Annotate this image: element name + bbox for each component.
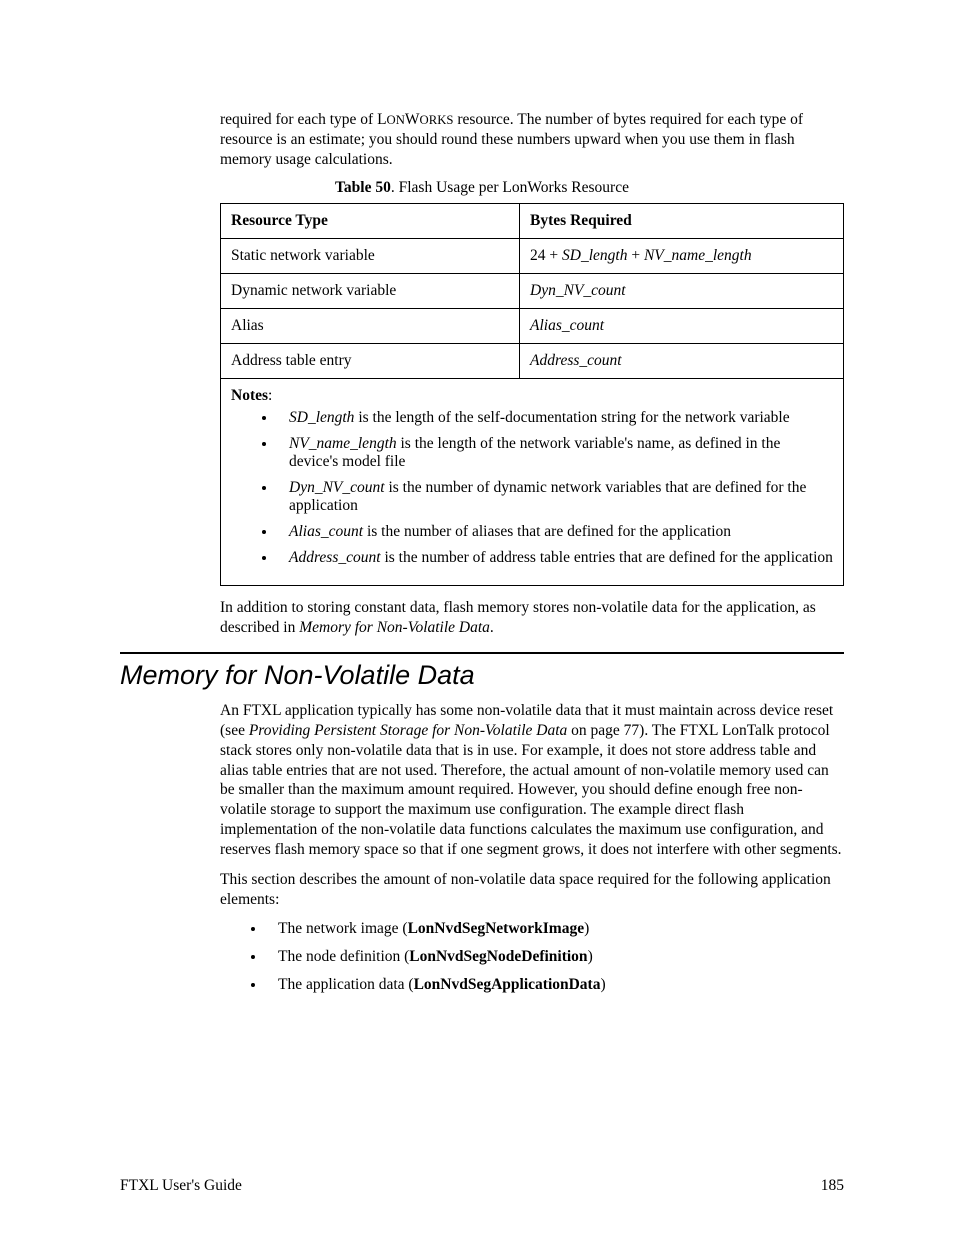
col-header-resource: Resource Type <box>221 204 520 239</box>
list-item: SD_length is the length of the self-docu… <box>277 409 833 427</box>
footer-left: FTXL User's Guide <box>120 1177 242 1195</box>
addition-text: In addition to storing constant data, fl… <box>220 598 844 638</box>
nv-text-2: This section describes the amount of non… <box>220 870 844 910</box>
resource-table: Resource Type Bytes Required Static netw… <box>220 203 844 379</box>
page-number: 185 <box>821 1177 844 1195</box>
intro-text: required for each type of LONWORKS resou… <box>220 110 844 169</box>
cell: Address_count <box>520 344 844 379</box>
list-item: Alias_count is the number of aliases tha… <box>277 523 833 541</box>
notes-box: Notes: SD_length is the length of the se… <box>220 379 844 586</box>
list-item: Dyn_NV_count is the number of dynamic ne… <box>277 479 833 515</box>
section-heading: Memory for Non-Volatile Data <box>120 652 844 691</box>
table-row: Alias Alias_count <box>221 309 844 344</box>
cell: Alias <box>221 309 520 344</box>
table-header-row: Resource Type Bytes Required <box>221 204 844 239</box>
notes-label: Notes <box>231 387 268 404</box>
list-item: The network image (LonNvdSegNetworkImage… <box>266 919 844 939</box>
table-caption: Table 50. Flash Usage per LonWorks Resou… <box>220 179 744 197</box>
page: required for each type of LONWORKS resou… <box>0 0 954 1235</box>
cell: 24 + SD_length + NV_name_length <box>520 239 844 274</box>
page-footer: FTXL User's Guide 185 <box>120 1177 844 1195</box>
cell: Alias_count <box>520 309 844 344</box>
list-item: The node definition (LonNvdSegNodeDefini… <box>266 947 844 967</box>
intro-paragraph: required for each type of LONWORKS resou… <box>220 110 844 169</box>
list-item: NV_name_length is the length of the netw… <box>277 435 833 471</box>
table-row: Dynamic network variable Dyn_NV_count <box>221 274 844 309</box>
cell: Dyn_NV_count <box>520 274 844 309</box>
nv-list: The network image (LonNvdSegNetworkImage… <box>220 919 844 994</box>
cell: Address table entry <box>221 344 520 379</box>
notes-list: SD_length is the length of the self-docu… <box>231 409 833 567</box>
cell: Static network variable <box>221 239 520 274</box>
table-row: Address table entry Address_count <box>221 344 844 379</box>
col-header-bytes: Bytes Required <box>520 204 844 239</box>
addition-paragraph: In addition to storing constant data, fl… <box>220 598 844 638</box>
list-item: The application data (LonNvdSegApplicati… <box>266 975 844 995</box>
nv-text-1: An FTXL application typically has some n… <box>220 701 844 860</box>
table-row: Static network variable 24 + SD_length +… <box>221 239 844 274</box>
list-item: Address_count is the number of address t… <box>277 549 833 567</box>
cell: Dynamic network variable <box>221 274 520 309</box>
nv-paragraph-1: An FTXL application typically has some n… <box>220 701 844 995</box>
